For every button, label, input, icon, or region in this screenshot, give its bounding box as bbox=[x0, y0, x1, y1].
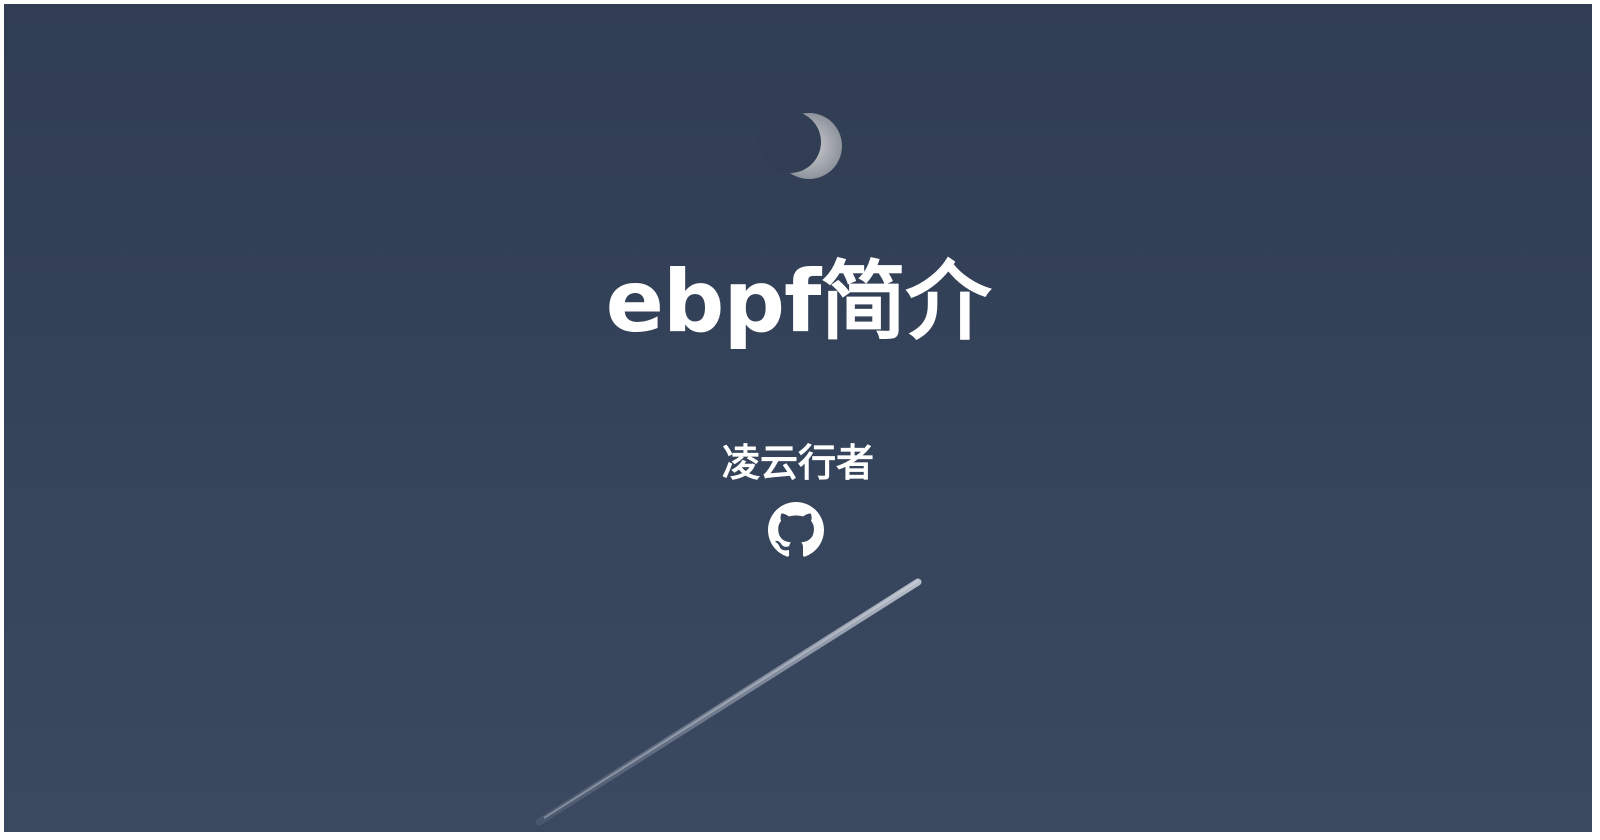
github-icon bbox=[768, 502, 824, 557]
sky-background bbox=[535, 111, 922, 826]
slide-cover: ebpf简介 凌云行者 bbox=[4, 4, 1592, 832]
moon bbox=[759, 111, 842, 179]
github-link[interactable] bbox=[768, 502, 824, 558]
slide-title: ebpf简介 bbox=[605, 252, 992, 352]
airplane-contrail bbox=[535, 578, 922, 826]
author-name: 凌云行者 bbox=[721, 441, 874, 485]
